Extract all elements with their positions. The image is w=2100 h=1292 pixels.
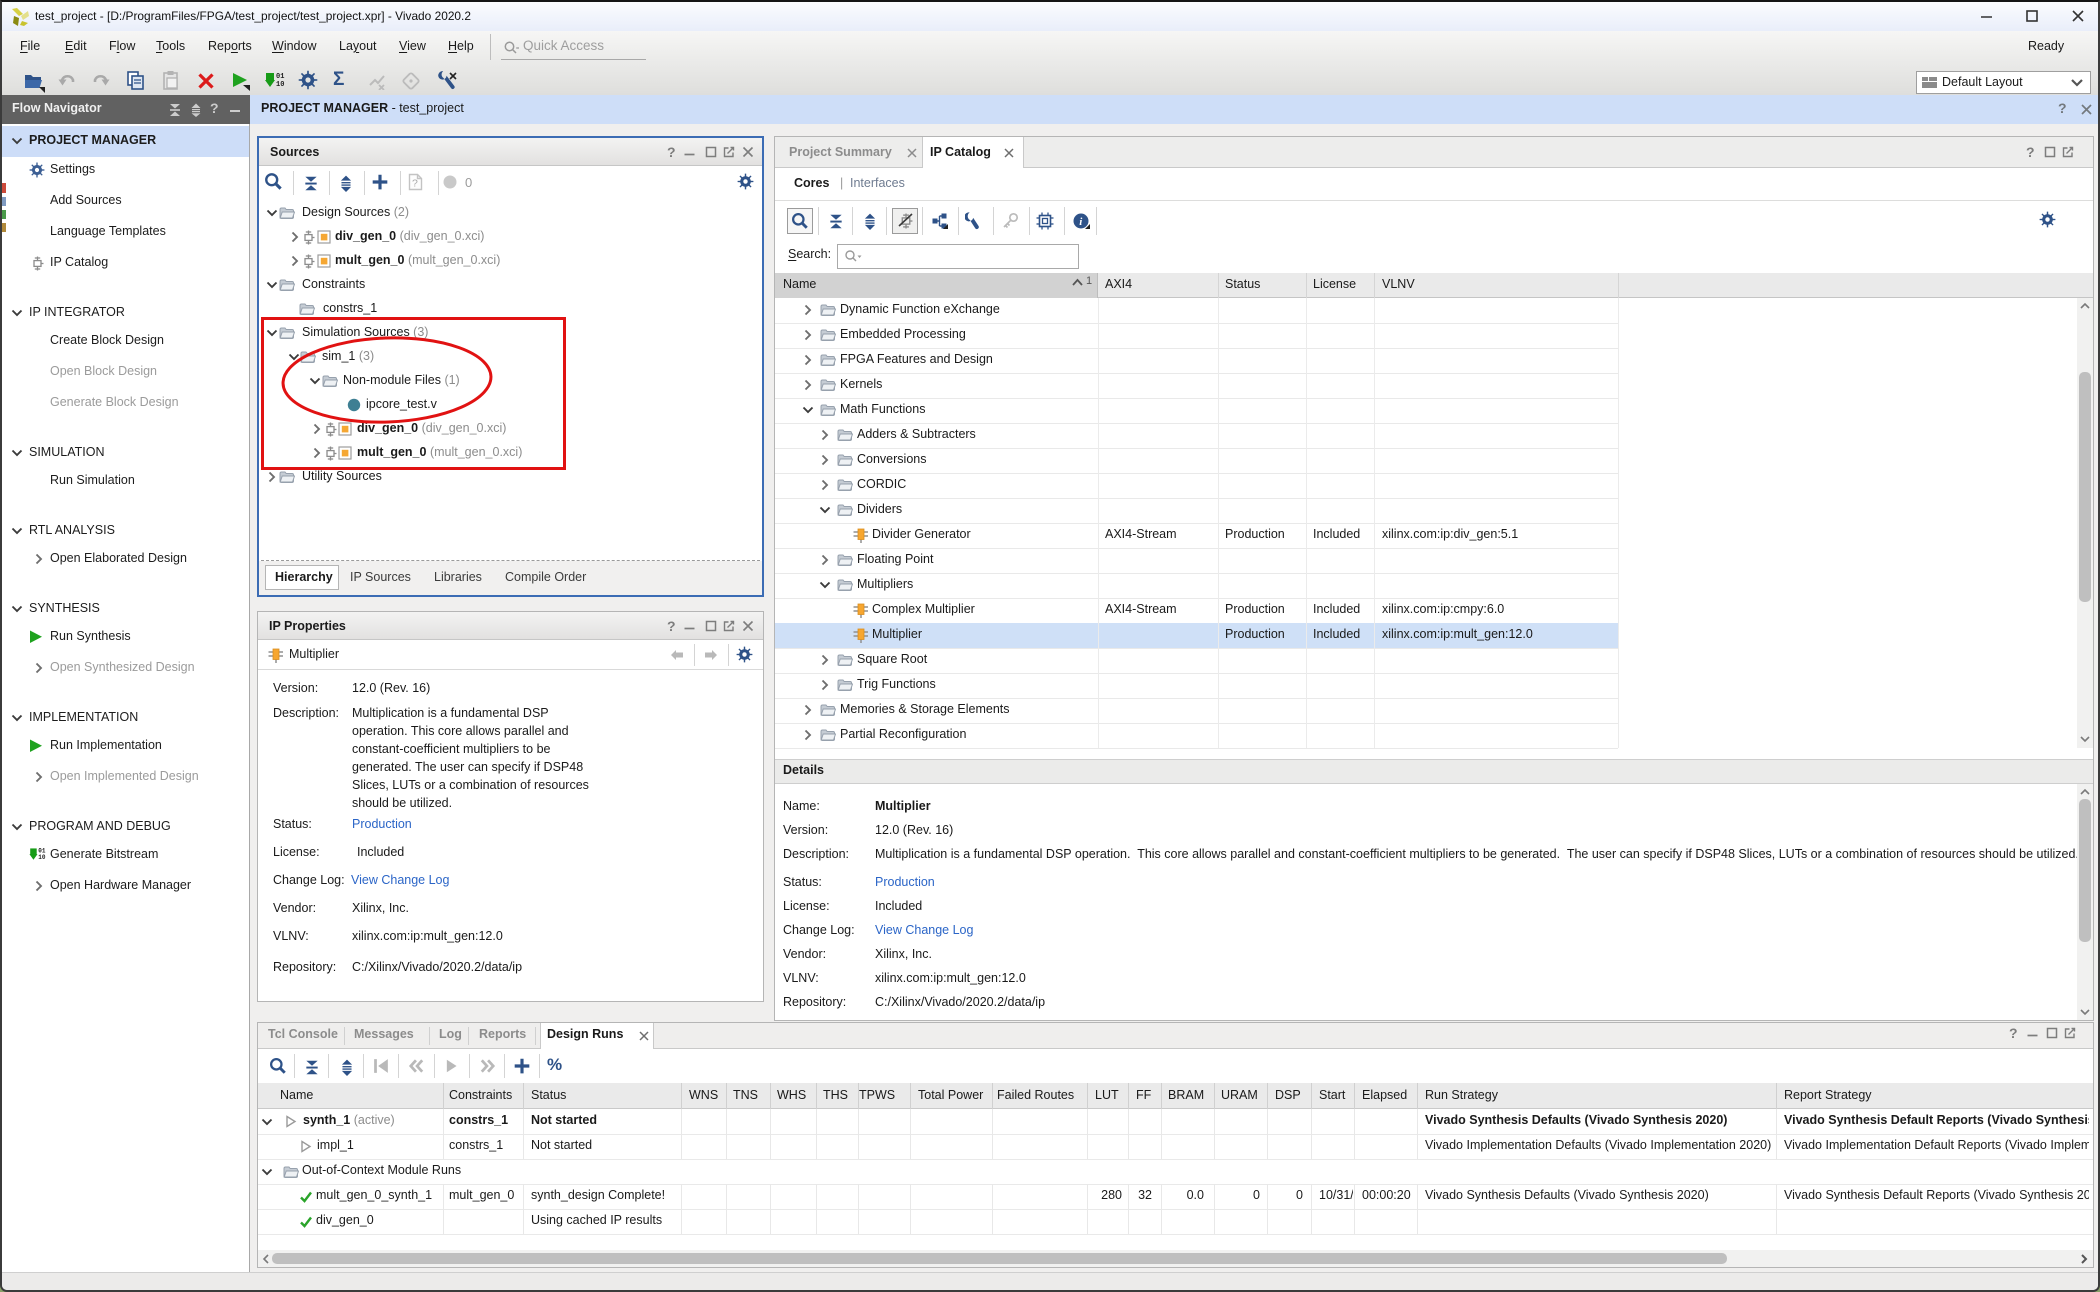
svg-text:?: ? [412, 178, 418, 190]
svg-text:10: 10 [276, 81, 284, 89]
svg-text:10: 10 [38, 854, 46, 861]
svg-text:01: 01 [276, 73, 284, 81]
